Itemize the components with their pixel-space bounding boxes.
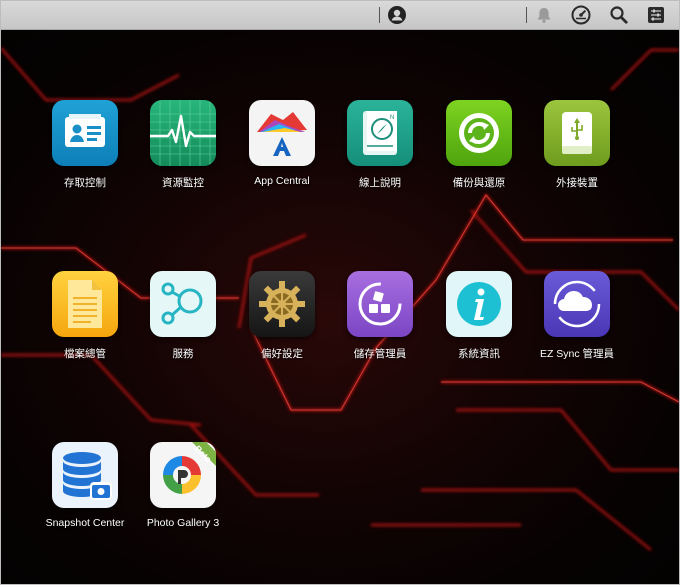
app-label: Photo Gallery 3 <box>146 517 220 529</box>
app-app-central[interactable]: App Central <box>233 100 331 187</box>
app-label: EZ Sync 管理員 <box>539 348 615 360</box>
app-backup-restore[interactable]: 備份與還原 <box>430 100 528 190</box>
top-toolbar <box>1 1 679 30</box>
app-external-device[interactable]: 外接裝置 <box>528 100 626 190</box>
file-explorer-icon <box>52 271 118 337</box>
app-snapshot-center[interactable]: Snapshot Center <box>36 442 134 529</box>
preferences-icon <box>249 271 315 337</box>
backup-restore-icon <box>446 100 512 166</box>
app-preferences[interactable]: 偏好設定 <box>233 271 331 361</box>
services-icon <box>150 271 216 337</box>
system-info-icon <box>446 271 512 337</box>
app-label: 線上說明 <box>359 177 401 189</box>
app-resource-monitor[interactable]: 資源監控 <box>134 100 232 190</box>
snapshot-center-icon <box>52 442 118 508</box>
app-label: 檔案總管 <box>64 348 106 360</box>
desktop-window: 存取控制 資源監控 App Central N 線上說明 備份與還原 外接裝置 … <box>0 0 680 585</box>
app-label: 備份與還原 <box>452 177 506 189</box>
toolbar-divider <box>379 7 380 23</box>
app-central-icon <box>249 100 315 166</box>
app-label: 外接裝置 <box>556 177 598 189</box>
user-icon[interactable] <box>387 5 407 25</box>
search-icon[interactable] <box>609 5 629 25</box>
ez-sync-icon <box>544 271 610 337</box>
app-photo-gallery[interactable]: Beta Photo Gallery 3 <box>134 442 232 529</box>
app-label: 儲存管理員 <box>353 348 407 360</box>
app-label: Snapshot Center <box>45 517 125 529</box>
app-online-help[interactable]: N 線上說明 <box>331 100 429 190</box>
svg-text:N: N <box>390 115 394 121</box>
app-access-control[interactable]: 存取控制 <box>36 100 134 190</box>
app-label: 服務 <box>172 348 194 360</box>
app-system-info[interactable]: 系統資訊 <box>430 271 528 361</box>
resource-monitor-icon <box>150 100 216 166</box>
access-control-icon <box>52 100 118 166</box>
app-file-explorer[interactable]: 檔案總管 <box>36 271 134 361</box>
bell-icon[interactable] <box>534 5 554 25</box>
app-ez-sync[interactable]: EZ Sync 管理員 <box>528 271 626 361</box>
app-storage-manager[interactable]: 儲存管理員 <box>331 271 429 361</box>
external-device-icon <box>544 100 610 166</box>
toolbar-divider <box>526 7 527 23</box>
settings-icon[interactable] <box>646 5 666 25</box>
app-label: App Central <box>254 175 310 187</box>
app-label: 偏好設定 <box>261 348 303 360</box>
app-label: 資源監控 <box>162 177 204 189</box>
online-help-icon: N <box>347 100 413 166</box>
app-label: 存取控制 <box>64 177 106 189</box>
photo-gallery-icon: Beta <box>150 442 216 508</box>
app-services[interactable]: 服務 <box>134 271 232 361</box>
app-label: 系統資訊 <box>458 348 500 360</box>
storage-manager-icon <box>347 271 413 337</box>
gauge-icon[interactable] <box>571 5 591 25</box>
desktop-area: 存取控制 資源監控 App Central N 線上說明 備份與還原 外接裝置 … <box>1 30 679 584</box>
